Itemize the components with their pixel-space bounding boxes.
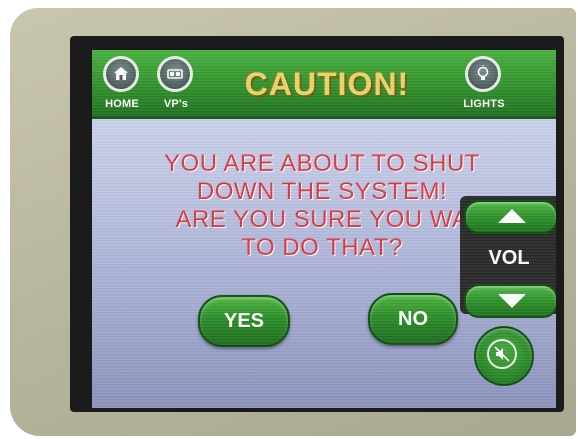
home-button[interactable]: HOME <box>96 56 148 114</box>
home-label: HOME <box>105 98 139 110</box>
message-line: TO DO THAT? <box>241 234 403 261</box>
vps-label: VP's <box>163 98 189 110</box>
home-icon <box>103 56 139 92</box>
lights-label: LIGHTS <box>463 98 505 110</box>
yes-button[interactable]: YES <box>198 295 290 347</box>
message-line: YOU ARE ABOUT TO SHUT <box>164 150 480 177</box>
volume-label: VOL <box>488 247 530 269</box>
touchscreen: HOME VP's CAUTION! LIGHTS YOU ARE ABOUT … <box>92 50 556 408</box>
caution-message: YOU ARE ABOUT TO SHUT DOWN THE SYSTEM! A… <box>142 150 502 262</box>
lights-button[interactable]: LIGHTS <box>458 56 510 114</box>
arrow-up-icon <box>498 209 526 223</box>
mute-icon <box>487 339 517 369</box>
no-button[interactable]: NO <box>368 293 458 345</box>
volume-up-button[interactable] <box>464 200 556 234</box>
message-line: DOWN THE SYSTEM! <box>196 178 448 205</box>
vp-icon <box>157 56 193 92</box>
message-line: ARE YOU SURE YOU WA <box>175 206 469 233</box>
vps-button[interactable]: VP's <box>150 56 202 114</box>
arrow-down-icon <box>498 294 526 308</box>
mute-button[interactable] <box>474 326 534 386</box>
header-bar: HOME VP's CAUTION! LIGHTS <box>92 50 556 119</box>
page-title: CAUTION! <box>244 66 410 102</box>
volume-down-button[interactable] <box>464 284 556 318</box>
lightbulb-icon <box>465 56 501 92</box>
